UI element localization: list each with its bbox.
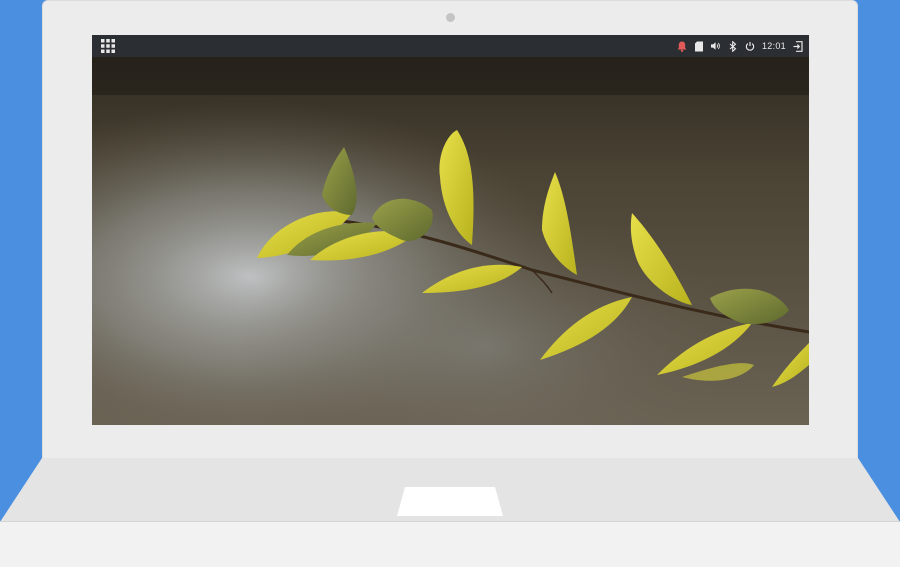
webcam	[446, 13, 455, 22]
system-tray: 12:01	[677, 35, 803, 57]
laptop-screen: 12:01	[92, 35, 809, 425]
clipboard-button[interactable]	[694, 40, 704, 52]
volume-button[interactable]	[710, 40, 721, 52]
power-button[interactable]	[745, 40, 755, 52]
desktop-stage: 12:01	[0, 0, 900, 567]
logout-icon	[793, 40, 803, 52]
bluetooth-button[interactable]	[728, 40, 738, 52]
app-grid-icon	[101, 39, 115, 53]
laptop-base-front	[0, 521, 900, 567]
top-panel: 12:01	[92, 35, 809, 57]
trackpad	[397, 487, 503, 516]
clock[interactable]: 12:01	[762, 41, 786, 51]
bell-icon	[677, 41, 687, 52]
clipboard-icon	[694, 41, 703, 51]
app-grid-button[interactable]	[100, 38, 116, 54]
bluetooth-icon	[729, 40, 737, 52]
notifications-button[interactable]	[677, 40, 687, 52]
logout-button[interactable]	[793, 40, 803, 52]
power-icon	[745, 41, 755, 51]
desktop-wallpaper	[92, 35, 809, 425]
volume-icon	[710, 42, 720, 50]
